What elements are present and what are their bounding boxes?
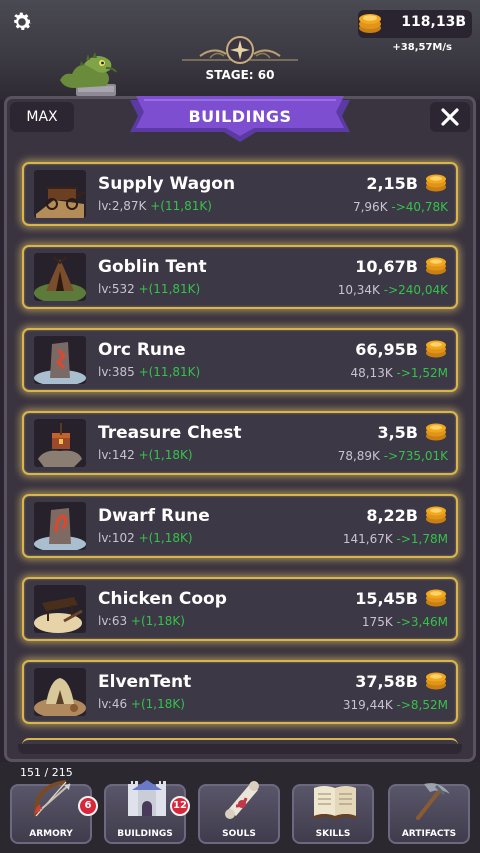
supply-wagon-thumbnail xyxy=(34,170,86,218)
book-icon xyxy=(314,786,356,819)
gold-amount: 118,13B xyxy=(401,14,466,30)
income-display: 7,96K ->40,78K xyxy=(352,200,448,214)
close-icon[interactable] xyxy=(430,102,470,132)
castle-icon xyxy=(128,780,166,816)
nav-souls-button[interactable]: SOULS xyxy=(198,781,280,844)
next-income: ->1,52M xyxy=(396,366,448,380)
stage-emblem-icon xyxy=(182,36,298,64)
upgrade-cost: 37,58B xyxy=(355,672,418,691)
building-card-treasure-chest[interactable]: Treasure Chest lv:142 +(1,18K) 3,5B 78,8… xyxy=(22,411,458,475)
income-display: 319,44K ->8,52M xyxy=(342,698,448,712)
rune-stone-icon xyxy=(34,342,86,384)
building-level: lv:142 +(1,18K) xyxy=(98,448,193,462)
buildings-badge: 12 xyxy=(170,796,190,816)
gold-coin-icon xyxy=(426,423,446,441)
level-bonus: +(11,81K) xyxy=(150,199,212,213)
building-name: ElvenTent xyxy=(98,672,192,692)
building-card-chicken-coop[interactable]: Chicken Coop lv:63 +(1,18K) 15,45B 175K … xyxy=(22,577,458,641)
gold-coin-icon xyxy=(426,672,446,690)
next-income: ->1,78M xyxy=(396,532,448,546)
building-card-elven-tent[interactable]: ElvenTent lv:46 +(1,18K) 37,58B 319,44K … xyxy=(22,660,458,724)
income-display: 141,67K ->1,78M xyxy=(342,532,448,546)
level-bonus: +(11,81K) xyxy=(138,282,201,296)
next-income: ->735,01K xyxy=(383,449,448,463)
rune-stone-icon xyxy=(34,508,86,550)
coop-icon xyxy=(34,597,83,633)
next-income: ->3,46M xyxy=(396,615,448,629)
gold-coin-icon xyxy=(426,340,446,358)
nav-label: ARMORY xyxy=(29,829,73,839)
chicken-coop-thumbnail xyxy=(34,585,86,633)
goblin-tent-thumbnail xyxy=(34,253,86,301)
level-bonus: +(1,18K) xyxy=(130,614,185,628)
gold-coin-icon xyxy=(426,506,446,524)
building-name: Goblin Tent xyxy=(98,257,207,277)
elven-tent-thumbnail xyxy=(34,668,86,716)
building-card-goblin-tent[interactable]: Goblin Tent lv:532 +(11,81K) 10,67B 10,3… xyxy=(22,245,458,309)
panel-title: BUILDINGS xyxy=(188,107,292,126)
wagon-icon xyxy=(36,187,86,218)
armory-badge: 6 xyxy=(78,796,98,816)
building-card-orc-rune[interactable]: Orc Rune lv:385 +(11,81K) 66,95B 48,13K … xyxy=(22,328,458,392)
nav-artifacts-button[interactable]: ARTIFACTS xyxy=(388,783,470,844)
dragon-pet-icon[interactable] xyxy=(54,50,124,98)
income-display: 48,13K ->1,52M xyxy=(350,366,448,380)
next-income: ->240,04K xyxy=(383,283,448,297)
next-income: ->8,52M xyxy=(396,698,448,712)
buildings-list[interactable]: Supply Wagon lv:2,87K +(11,81K) 2,15B 7,… xyxy=(14,152,466,744)
building-name: Supply Wagon xyxy=(98,174,236,194)
panel-bottom-rim xyxy=(18,744,462,754)
upgrade-cost: 15,45B xyxy=(355,589,418,608)
scroll-icon xyxy=(225,781,259,819)
income-display: 78,89K ->735,01K xyxy=(337,449,448,463)
building-level: lv:2,87K +(11,81K) xyxy=(98,199,212,213)
level-bonus: +(1,18K) xyxy=(138,448,193,462)
gear-icon[interactable] xyxy=(10,10,34,34)
income-display: 10,34K ->240,04K xyxy=(337,283,448,297)
upgrade-cost: 66,95B xyxy=(355,340,418,359)
upgrade-cost: 2,15B xyxy=(366,174,418,193)
upgrade-cost: 10,67B xyxy=(355,257,418,276)
gold-coin-icon xyxy=(426,257,446,275)
nav-skills-button[interactable]: SKILLS xyxy=(292,784,374,844)
nav-label: SOULS xyxy=(222,829,256,839)
level-bonus: +(11,81K) xyxy=(138,365,201,379)
building-name: Dwarf Rune xyxy=(98,506,210,526)
level-bonus: +(1,18K) xyxy=(138,531,193,545)
tent-icon xyxy=(34,256,86,301)
building-level: lv:102 +(1,18K) xyxy=(98,531,193,545)
gold-coin-icon xyxy=(426,174,446,192)
income-display: 175K ->3,46M xyxy=(361,615,448,629)
orc-rune-thumbnail xyxy=(34,336,86,384)
close-button[interactable] xyxy=(430,102,470,132)
nav-label: BUILDINGS xyxy=(117,829,173,839)
tent-icon xyxy=(34,678,86,716)
building-level: lv:63 +(1,18K) xyxy=(98,614,185,628)
building-level: lv:532 +(11,81K) xyxy=(98,282,201,296)
max-button[interactable]: MAX xyxy=(10,102,74,132)
building-name: Orc Rune xyxy=(98,340,186,360)
next-income: ->40,78K xyxy=(391,200,448,214)
building-name: Treasure Chest xyxy=(98,423,242,443)
building-card-supply-wagon[interactable]: Supply Wagon lv:2,87K +(11,81K) 2,15B 7,… xyxy=(22,162,458,226)
bow-icon xyxy=(33,780,71,817)
pickaxe-icon xyxy=(416,783,450,820)
upgrade-cost: 3,5B xyxy=(377,423,418,442)
building-card-dwarf-rune[interactable]: Dwarf Rune lv:102 +(1,18K) 8,22B 141,67K… xyxy=(22,494,458,558)
building-name: Chicken Coop xyxy=(98,589,227,609)
dwarf-rune-thumbnail xyxy=(34,502,86,550)
building-level: lv:385 +(11,81K) xyxy=(98,365,201,379)
nav-armory-button[interactable]: ARMORY xyxy=(10,780,92,844)
nav-label: ARTIFACTS xyxy=(401,829,457,839)
gold-coin-icon xyxy=(426,589,446,607)
treasure-chest-thumbnail xyxy=(34,419,86,467)
level-bonus: +(1,18K) xyxy=(130,697,185,711)
gold-coins-icon xyxy=(359,14,381,33)
gold-rate: +38,57M/s xyxy=(392,42,452,53)
building-level: lv:46 +(1,18K) xyxy=(98,697,185,711)
chest-icon xyxy=(38,423,82,467)
stage-label: STAGE: 60 xyxy=(205,68,275,82)
nav-label: SKILLS xyxy=(315,829,351,839)
upgrade-cost: 8,22B xyxy=(366,506,418,525)
